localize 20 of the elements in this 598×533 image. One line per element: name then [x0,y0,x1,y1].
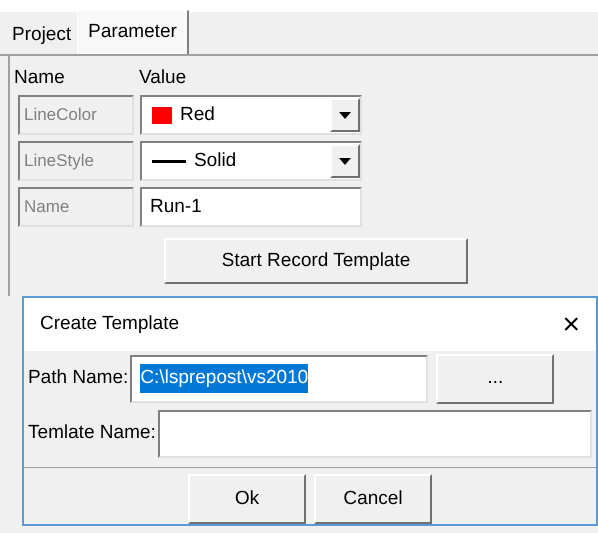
text-field[interactable]: Run-1 [140,187,362,227]
close-button[interactable]: × [562,310,580,340]
dialog-title: Create Template [40,312,180,336]
dialog-button[interactable]: Ok [188,474,306,524]
start-record-template-button[interactable]: Start Record Template [164,238,468,284]
tab[interactable]: Parameter [77,10,189,54]
input-field[interactable] [158,410,592,458]
input-field[interactable]: C:\lsprepost\vs2010 [130,354,428,403]
field-label: Path Name: [28,366,128,390]
column-header: Name [14,66,66,90]
solid-line-icon [152,160,186,162]
dialog-button[interactable]: Cancel [314,474,432,524]
parameter-name: LineStyle [18,141,134,181]
dropdown[interactable]: Red [140,95,362,135]
parameter-name: Name [18,187,134,227]
dropdown[interactable]: Solid [140,141,362,181]
browse-button[interactable]: ... [436,354,554,404]
field-label: Temlate Name: [28,421,156,446]
column-header: Value [139,66,186,90]
parameter-name: LineColor [18,95,134,135]
